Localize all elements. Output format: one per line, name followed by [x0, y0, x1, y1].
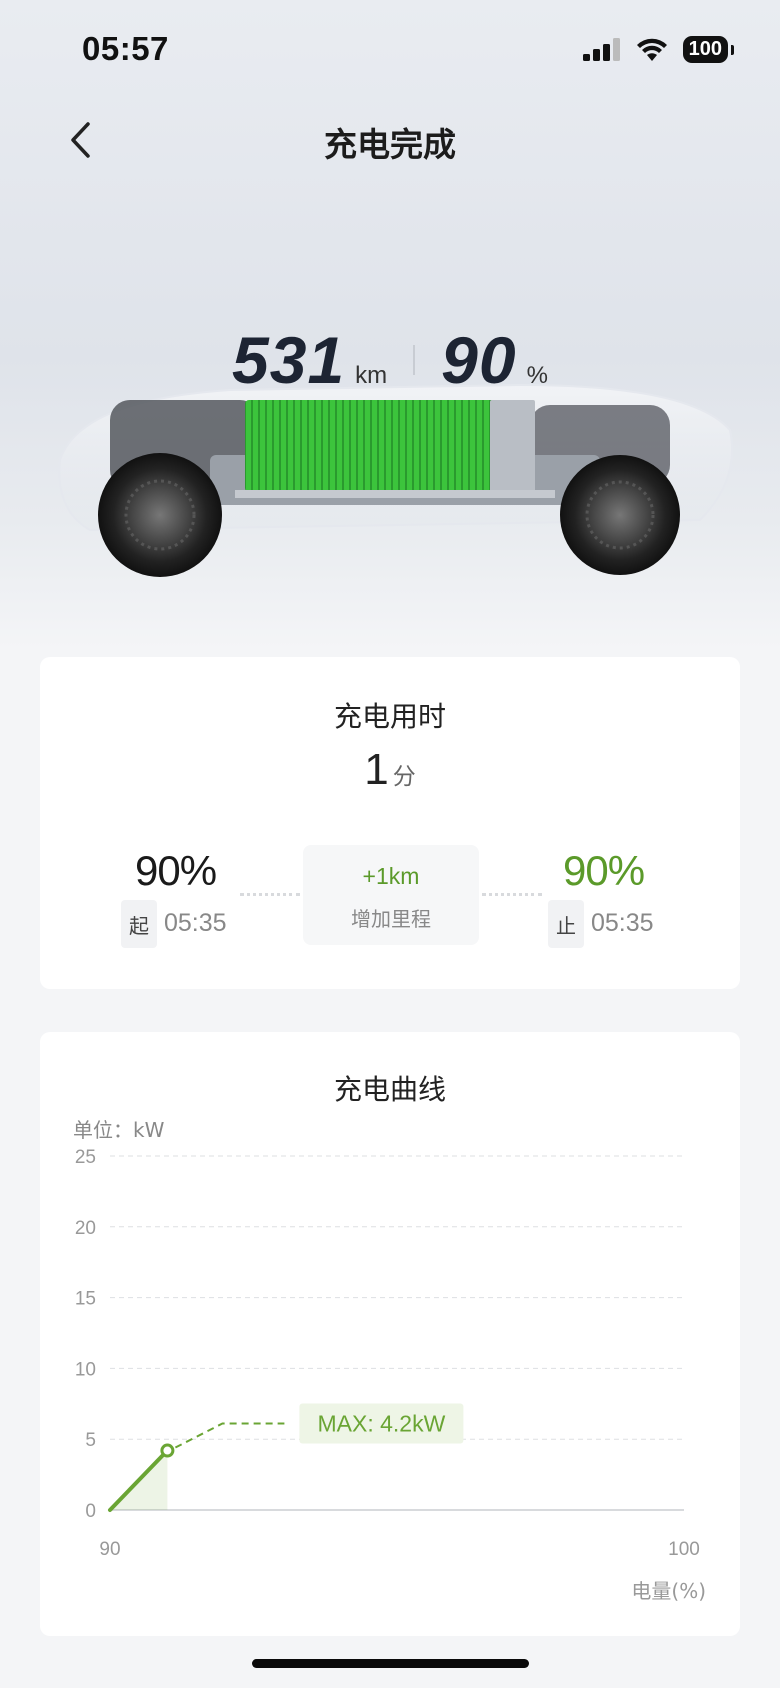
y-tick-label: 0 — [85, 1501, 96, 1522]
y-tick-label: 5 — [85, 1430, 96, 1451]
status-time: 05:57 — [82, 30, 169, 67]
end-percentage: 90% — [563, 847, 645, 894]
added-range-label: 增加里程 — [351, 907, 431, 931]
x-tick-label: 100 — [668, 1539, 700, 1560]
duration-value: 1分 — [40, 745, 740, 795]
max-label: MAX: 4.2kW — [317, 1411, 445, 1437]
start-percentage: 90% — [135, 847, 217, 894]
end-tag: 止 — [548, 900, 584, 948]
y-tick-label: 20 — [75, 1218, 96, 1239]
charge-curve-chart: 0 5 10 15 20 25 90 100 电量(%) MAX: 4.2kW — [75, 1147, 706, 1603]
home-indicator[interactable] — [252, 1659, 529, 1668]
end-time: 05:35 — [591, 909, 654, 937]
start-connector — [240, 893, 300, 896]
cellular-signal-icon — [582, 37, 620, 61]
start-time: 05:35 — [164, 909, 227, 937]
charge-curve-card: 充电曲线 单位：kW 0 5 10 15 20 25 90 100 电量(%) MAX: 4.2k… — [40, 1032, 740, 1636]
nav-bar: 充电完成 — [0, 100, 780, 180]
vehicle-chassis-illustration — [58, 383, 733, 577]
added-range-value: +1km — [362, 863, 420, 889]
max-point-marker — [160, 1443, 175, 1458]
start-tag: 起 — [121, 900, 157, 948]
battery-indicator: 100 — [682, 36, 735, 63]
added-range-box: +1km 增加里程 — [303, 845, 479, 945]
y-tick-label: 10 — [75, 1359, 96, 1380]
status-icons: 100 — [582, 36, 735, 63]
y-tick-label: 15 — [75, 1289, 96, 1310]
duration-number: 1 — [364, 745, 389, 794]
page-title: 充电完成 — [324, 125, 456, 164]
wifi-icon — [636, 38, 667, 61]
max-leader-line — [174, 1422, 285, 1449]
duration-unit: 分 — [392, 764, 416, 790]
x-tick-label: 90 — [99, 1539, 120, 1560]
x-axis-label: 电量(%) — [631, 1579, 706, 1603]
status-bar: 05:57 100 — [0, 0, 780, 100]
charge-duration-card: 充电用时 1分 90% 起 05:35 +1km 增加里程 90% 止 05:3… — [40, 657, 740, 989]
duration-title: 充电用时 — [333, 700, 446, 733]
y-tick-label: 25 — [75, 1147, 96, 1168]
end-connector — [482, 893, 542, 896]
